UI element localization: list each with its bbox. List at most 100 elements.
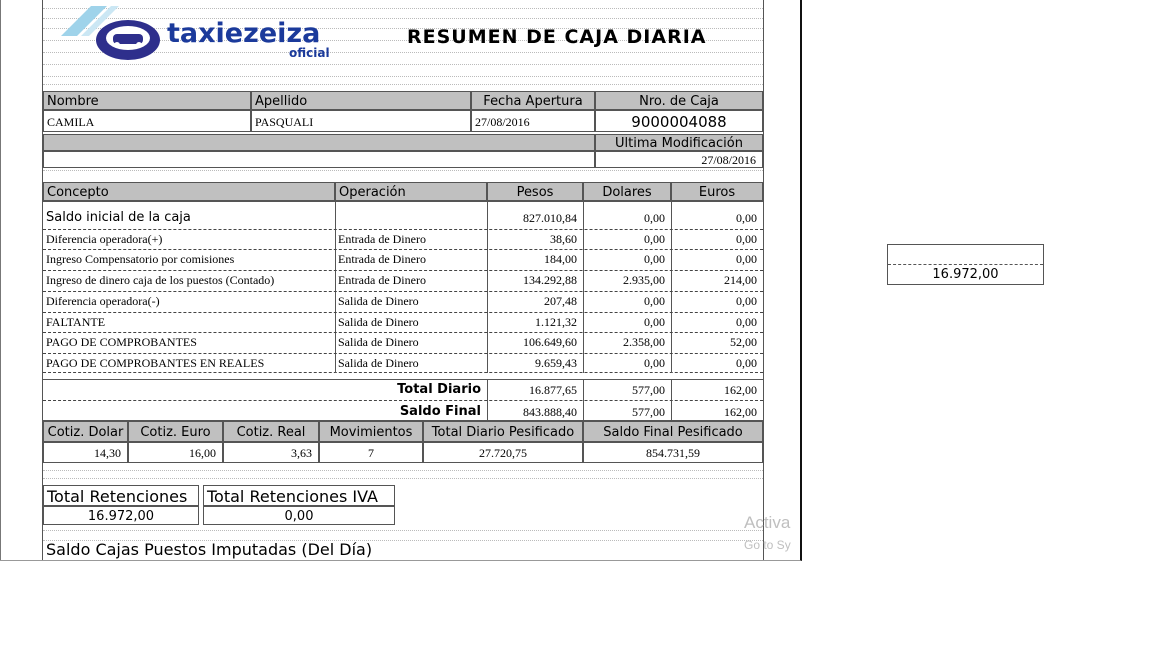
- nombre-value: CAMILA: [43, 110, 251, 132]
- row-euros: 0,00: [736, 232, 757, 246]
- row-concepto: PAGO DE COMPROBANTES: [46, 335, 197, 349]
- row-operacion: Salida de Dinero: [338, 294, 419, 308]
- saldo-final-pesos: 843.888,40: [523, 405, 577, 419]
- row-pesos: 184,00: [544, 252, 577, 266]
- row-operacion: Entrada de Dinero: [338, 273, 426, 287]
- ultima-mod-value: 27/08/2016: [595, 151, 763, 168]
- saldo-final-pesificado-value: 854.731,59: [583, 442, 763, 463]
- page-left-border: [0, 0, 1, 560]
- total-retenciones-label: Total Retenciones: [43, 485, 199, 506]
- report-document: taxiezeiza oficial RESUMEN DE CAJA DIARI…: [42, 0, 764, 560]
- row-dolares: 0,00: [644, 294, 665, 308]
- nro-caja-value: 9000004088: [595, 110, 763, 132]
- row-concepto: FALTANTE: [46, 315, 106, 329]
- movimientos-value: 7: [319, 442, 423, 463]
- total-retenciones-value: 16.972,00: [43, 506, 199, 525]
- movimientos-header: Movimientos: [319, 421, 423, 442]
- row-pesos: 207,48: [544, 294, 577, 308]
- row-pesos: 38,60: [550, 232, 577, 246]
- activation-watermark-title: Activa: [744, 513, 791, 532]
- side-box-value: 16.972,00: [932, 267, 999, 282]
- ultima-mod-header: Ultima Modificación: [595, 134, 763, 151]
- side-summary-box: 16.972,00: [887, 244, 1044, 285]
- row-euros: 0,00: [736, 294, 757, 308]
- row-concepto: Diferencia operadora(-): [46, 294, 160, 308]
- row-operacion: Salida de Dinero: [338, 356, 419, 370]
- cotiz-real-value: 3,63: [223, 442, 319, 463]
- row-concepto: Saldo inicial de la caja: [46, 210, 191, 225]
- row-concepto: Diferencia operadora(+): [46, 232, 163, 246]
- row-euros: 0,00: [736, 356, 757, 370]
- total-retenciones-iva-label: Total Retenciones IVA: [203, 485, 395, 506]
- guide-line: [43, 76, 763, 77]
- guide-line: [43, 470, 763, 471]
- row-dolares: 2.358,00: [623, 335, 665, 349]
- fecha-header: Fecha Apertura: [471, 91, 595, 110]
- taxi-logo-icon: [95, 18, 161, 62]
- row-pesos: 134.292,88: [523, 273, 577, 287]
- row-operacion: Salida de Dinero: [338, 335, 419, 349]
- gray-band: [43, 134, 595, 151]
- cotiz-euro-value: 16,00: [128, 442, 223, 463]
- cotiz-dolar-value: 14,30: [43, 442, 128, 463]
- total-diario-pesificado-header: Total Diario Pesificado: [423, 421, 583, 442]
- row-pesos: 9.659,43: [535, 356, 577, 370]
- row-pesos: 106.649,60: [523, 335, 577, 349]
- row-concepto: Ingreso de dinero caja de los puestos (C…: [46, 273, 275, 287]
- nombre-header: Nombre: [43, 91, 251, 110]
- row-euros: 214,00: [724, 273, 757, 287]
- row-dolares: 0,00: [644, 232, 665, 246]
- blank-cell: [43, 151, 595, 168]
- row-dolares: 0,00: [644, 211, 665, 225]
- euros-header: Euros: [671, 182, 763, 201]
- dolares-header: Dolares: [583, 182, 671, 201]
- operacion-header: Operación: [335, 182, 487, 201]
- report-title: RESUMEN DE CAJA DIARIA: [407, 26, 707, 48]
- activation-watermark-subtitle: Go to Sy: [744, 538, 791, 552]
- brand-sub: oficial: [289, 46, 330, 60]
- saldo-final-label: Saldo Final: [399, 404, 481, 419]
- apellido-value: PASQUALI: [251, 110, 471, 132]
- total-diario-dolares: 577,00: [632, 383, 665, 397]
- saldo-final-euros: 162,00: [724, 405, 757, 419]
- row-pesos: 827.010,84: [523, 211, 577, 225]
- guide-line: [43, 170, 763, 171]
- guide-line: [43, 64, 763, 65]
- row-concepto: Ingreso Compensatorio por comisiones: [46, 252, 235, 266]
- row-pesos: 1.121,32: [535, 315, 577, 329]
- fecha-value: 27/08/2016: [471, 110, 595, 132]
- concepto-header: Concepto: [43, 182, 335, 201]
- report-page: taxiezeiza oficial RESUMEN DE CAJA DIARI…: [0, 0, 802, 561]
- saldo-cajas-title: Saldo Cajas Puestos Imputadas (Del Día): [46, 540, 373, 559]
- row-dolares: 0,00: [644, 356, 665, 370]
- row-concepto: PAGO DE COMPROBANTES EN REALES: [46, 356, 265, 370]
- guide-line: [43, 530, 763, 531]
- saldo-final-pesificado-header: Saldo Final Pesificado: [583, 421, 763, 442]
- cotiz-dolar-header: Cotiz. Dolar: [43, 421, 128, 442]
- cotiz-real-header: Cotiz. Real: [223, 421, 319, 442]
- row-dolares: 0,00: [644, 315, 665, 329]
- row-operacion: Salida de Dinero: [338, 315, 419, 329]
- side-box-divider: [888, 264, 1043, 265]
- cotiz-euro-header: Cotiz. Euro: [128, 421, 223, 442]
- total-diario-pesificado-value: 27.720,75: [423, 442, 583, 463]
- nro-caja-header: Nro. de Caja: [595, 91, 763, 110]
- row-euros: 52,00: [730, 335, 757, 349]
- pesos-header: Pesos: [487, 182, 583, 201]
- row-operacion: Entrada de Dinero: [338, 232, 426, 246]
- total-diario-euros: 162,00: [724, 383, 757, 397]
- row-euros: 0,00: [736, 315, 757, 329]
- apellido-header: Apellido: [251, 91, 471, 110]
- row-operacion: Entrada de Dinero: [338, 252, 426, 266]
- saldo-final-dolares: 577,00: [632, 405, 665, 419]
- guide-line: [43, 478, 763, 479]
- brand-name: taxiezeiza: [167, 18, 321, 49]
- guide-line: [43, 8, 763, 9]
- row-dolares: 0,00: [644, 252, 665, 266]
- row-euros: 0,00: [736, 252, 757, 266]
- row-operacion: [335, 208, 487, 228]
- guide-line: [43, 84, 763, 85]
- total-retenciones-iva-value: 0,00: [203, 506, 395, 525]
- total-diario-label: Total Diario: [397, 382, 481, 397]
- row-euros: 0,00: [736, 211, 757, 225]
